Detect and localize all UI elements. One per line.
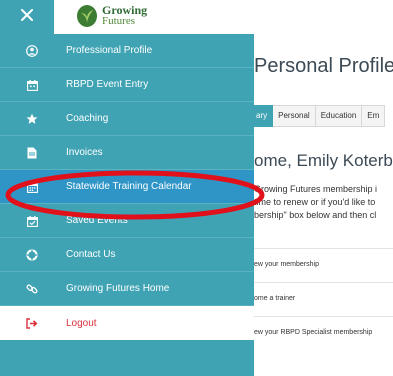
nav-item-label: Contact Us	[66, 249, 116, 260]
close-menu-button[interactable]	[0, 0, 54, 34]
page-title: Personal Profile	[254, 55, 393, 77]
document-icon	[25, 146, 39, 160]
nav-item-label: Coaching	[66, 113, 109, 124]
become-trainer-link[interactable]: ome a trainer	[254, 282, 393, 313]
nav-item-contact-us[interactable]: Contact Us	[0, 238, 254, 272]
blurb-line: bership" box below and then cl	[254, 210, 377, 220]
link-icon	[25, 282, 39, 296]
nav-item-invoices[interactable]: Invoices	[0, 136, 254, 170]
user-circle-icon	[25, 44, 39, 58]
nav-drawer: Professional Profile RBPD Event Entry Co…	[0, 34, 254, 376]
nav-item-label: Logout	[66, 317, 97, 329]
life-ring-icon	[25, 248, 39, 262]
nav-item-logout[interactable]: Logout	[0, 306, 254, 340]
nav-item-label: Invoices	[66, 147, 103, 158]
logo-line2: Futures	[102, 15, 135, 27]
tab-education[interactable]: Education	[315, 105, 363, 127]
sign-out-icon	[25, 316, 39, 330]
star-icon	[25, 112, 39, 126]
profile-tabs: ary Personal Education Em	[254, 105, 386, 127]
blurb-line: time to renew or if you'd like to	[254, 197, 376, 207]
tab-summary[interactable]: ary	[254, 105, 274, 127]
nav-item-label: Growing Futures Home	[66, 283, 170, 294]
renew-rbpd-link[interactable]: ew your RBPD Specialist membership	[254, 316, 393, 347]
membership-blurb: Growing Futures membership i time to ren…	[254, 183, 393, 222]
blurb-line: Growing Futures membership i	[254, 184, 378, 194]
renew-membership-link[interactable]: ew your membership	[254, 248, 393, 279]
logo-wordmark: Growing Futures	[102, 4, 147, 27]
tab-personal[interactable]: Personal	[273, 105, 316, 127]
calendar-icon	[25, 180, 39, 194]
nav-item-rbpd-event-entry[interactable]: RBPD Event Entry	[0, 68, 254, 102]
nav-item-label: Saved Events	[66, 215, 128, 226]
calendar-check-icon	[25, 214, 39, 228]
calendar-icon	[25, 78, 39, 92]
nav-item-label: Professional Profile	[66, 45, 153, 56]
header-bar: Growing Futures	[0, 0, 254, 34]
nav-item-professional-profile[interactable]: Professional Profile	[0, 34, 254, 68]
nav-item-growing-futures-home[interactable]: Growing Futures Home	[0, 272, 254, 306]
nav-item-statewide-training-calendar[interactable]: Statewide Training Calendar	[0, 170, 254, 204]
logo-icon	[77, 5, 97, 27]
growing-futures-logo[interactable]: Growing Futures	[76, 4, 147, 28]
nav-item-label: Statewide Training Calendar	[66, 181, 192, 192]
nav-item-saved-events[interactable]: Saved Events	[0, 204, 254, 238]
tab-employment[interactable]: Em	[362, 105, 386, 127]
welcome-heading: ome, Emily Koterba	[254, 151, 393, 170]
nav-item-label: RBPD Event Entry	[66, 79, 149, 90]
close-icon[interactable]	[21, 8, 33, 26]
nav-item-coaching[interactable]: Coaching	[0, 102, 254, 136]
